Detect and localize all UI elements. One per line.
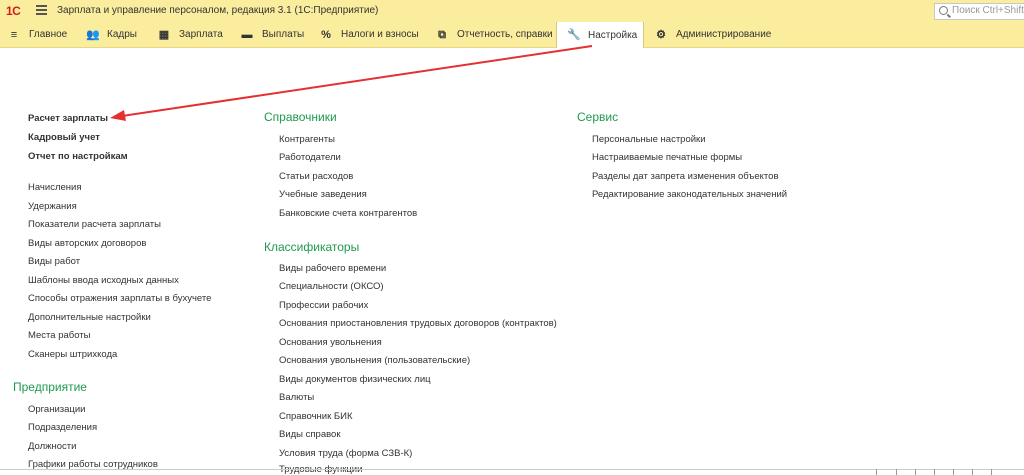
annotation-arrow <box>110 45 593 121</box>
arrow-head <box>110 110 126 121</box>
arrow-line <box>121 45 593 117</box>
